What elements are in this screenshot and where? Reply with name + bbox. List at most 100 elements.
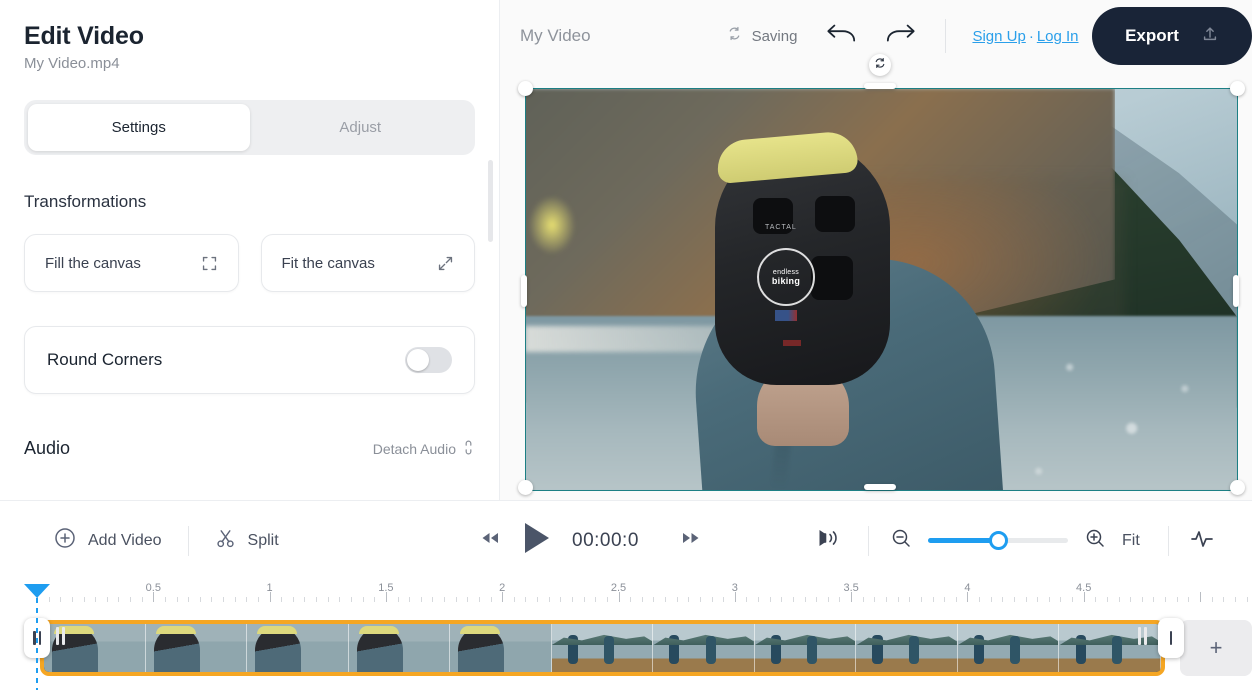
ruler-tick: [944, 597, 946, 602]
tab-settings[interactable]: Settings: [28, 104, 250, 151]
ruler-tick: [827, 597, 829, 602]
ruler-tick: [537, 597, 539, 602]
clip-grip-right[interactable]: [1138, 627, 1147, 645]
resize-handle-top[interactable]: [864, 83, 896, 89]
ruler-tick: [862, 597, 864, 602]
volume-button[interactable]: [815, 526, 841, 555]
ruler-tick: [141, 597, 143, 602]
ruler-tick: [606, 597, 608, 602]
ruler-tick-label: 3: [731, 582, 738, 594]
clip-trim-handle-right[interactable]: [1158, 618, 1184, 658]
volume-icon: [815, 530, 841, 554]
zoom-in-button[interactable]: [1084, 527, 1106, 554]
ruler-tick: [583, 597, 585, 602]
ruler-tick: [665, 597, 667, 602]
timeline[interactable]: 0.5 1 1.5 2 2.5 3 3.5 4 4.5 +: [0, 580, 1252, 690]
crop-frame-icon: [201, 255, 218, 272]
ruler-tick: [711, 597, 713, 602]
play-icon: [522, 523, 552, 559]
ruler-tick-label: 2: [499, 582, 506, 594]
sync-icon: [726, 25, 743, 47]
undo-button[interactable]: [825, 23, 857, 50]
playback-toolbar: Add Video Split 00:00:0 Fit: [0, 500, 1252, 580]
ruler-tick: [1060, 597, 1062, 602]
ruler-tick: [897, 597, 899, 602]
fast-forward-icon: [681, 530, 701, 551]
helmet-brand-text: TACTAL: [765, 224, 797, 231]
clip-grip-left[interactable]: [56, 627, 65, 645]
sign-up-link[interactable]: Sign Up: [972, 28, 1025, 45]
audio-heading: Audio: [24, 438, 71, 458]
ruler-tick: [234, 597, 236, 602]
ruler-tick: [281, 597, 283, 602]
ruler-tick: [688, 597, 690, 602]
timeline-ruler[interactable]: 0.5 1 1.5 2 2.5 3 3.5 4 4.5: [0, 580, 1252, 612]
toggle-knob: [407, 349, 429, 371]
split-button[interactable]: Split: [215, 528, 279, 554]
thumbnail-hills: [551, 634, 653, 646]
ruler-tick: [351, 597, 352, 602]
redo-button[interactable]: [885, 23, 917, 50]
zoom-out-button[interactable]: [890, 527, 912, 554]
detach-audio-button[interactable]: Detach Audio: [373, 440, 475, 458]
resize-handle-right[interactable]: [1233, 275, 1239, 307]
ruler-tick: [1118, 597, 1120, 602]
thumbnail-hills: [957, 634, 1059, 646]
ruler-tick: [1072, 597, 1074, 602]
round-corners-toggle[interactable]: [405, 347, 452, 373]
add-clip-button[interactable]: +: [1180, 620, 1252, 676]
ruler-tick: [1153, 597, 1155, 602]
ruler-tick: [758, 597, 760, 602]
ruler-tick: [292, 597, 294, 602]
fit-button[interactable]: Fit: [1122, 532, 1140, 550]
ruler-tick: [199, 597, 201, 602]
tab-adjust[interactable]: Adjust: [250, 104, 472, 151]
resize-handle-bottom-left[interactable]: [518, 480, 533, 495]
ruler-tick: [1013, 597, 1015, 602]
toolbar-divider: [945, 19, 947, 53]
document-name[interactable]: My Video: [520, 26, 591, 46]
ruler-tick: [1188, 597, 1190, 602]
waveform-button[interactable]: [1190, 527, 1216, 554]
video-preview[interactable]: TACTAL endless biking: [525, 88, 1238, 491]
resize-handle-top-right[interactable]: [1230, 81, 1245, 96]
ruler-tick: [327, 597, 329, 602]
ruler-tick: [653, 597, 655, 602]
ruler-tick: [525, 597, 527, 602]
rotate-handle[interactable]: [869, 54, 891, 76]
ruler-tick-label: 2.5: [610, 582, 627, 594]
ruler-tick: [1211, 597, 1213, 602]
resize-handle-bottom[interactable]: [864, 484, 896, 490]
thumbnail-hills: [754, 634, 856, 646]
video-canvas-area[interactable]: TACTAL endless biking: [500, 72, 1252, 500]
zoom-slider-knob[interactable]: [989, 531, 1008, 550]
clip-thumbnail: [754, 624, 857, 672]
ruler-tick: [362, 597, 364, 602]
ruler-tick: [444, 597, 446, 602]
log-in-link[interactable]: Log In: [1037, 28, 1079, 45]
fill-the-canvas-button[interactable]: Fill the canvas: [24, 234, 239, 292]
add-video-button[interactable]: Add Video: [54, 527, 162, 554]
fast-forward-button[interactable]: [681, 530, 701, 551]
ruler-tick: [83, 597, 85, 602]
resize-handle-top-left[interactable]: [518, 81, 533, 96]
resize-handle-left[interactable]: [521, 275, 527, 307]
rotate-icon: [873, 56, 887, 75]
play-button[interactable]: [522, 521, 552, 560]
fit-the-canvas-button[interactable]: Fit the canvas: [260, 234, 475, 292]
ruler-tick: [513, 597, 515, 602]
playhead[interactable]: [24, 584, 50, 690]
export-button[interactable]: Export: [1092, 7, 1252, 65]
rewind-icon: [480, 530, 500, 551]
ruler-tick: [1223, 597, 1225, 602]
resize-handle-bottom-right[interactable]: [1230, 480, 1245, 495]
ruler-tick: [979, 597, 981, 602]
zoom-slider[interactable]: [928, 531, 1068, 550]
zoom-in-icon: [1084, 529, 1106, 553]
foreground-blur-object: [529, 196, 575, 254]
rewind-button[interactable]: [480, 530, 500, 551]
timeline-clip[interactable]: [40, 620, 1165, 676]
ruler-tick: [1048, 597, 1050, 602]
panel-scrollbar[interactable]: [488, 160, 493, 242]
ruler-tick: [792, 597, 794, 602]
